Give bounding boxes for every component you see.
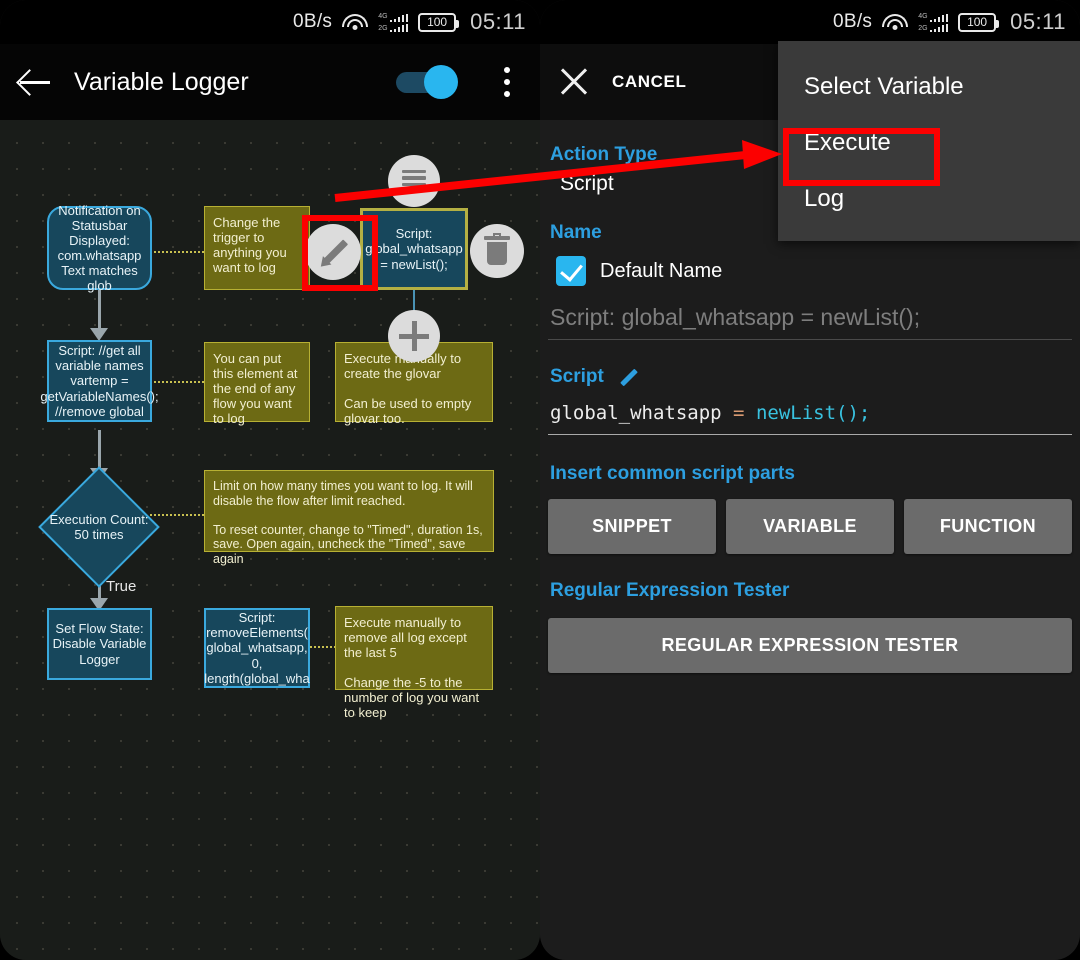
close-x-icon[interactable] — [558, 66, 590, 98]
network-speed: 0B/s — [833, 11, 873, 32]
edge-label-true: True — [106, 578, 137, 595]
signal-label-bottom: 2G — [918, 25, 928, 32]
back-arrow-icon[interactable] — [18, 65, 52, 99]
action-editor-body: Action Type Script Name Default Name Scr… — [540, 120, 1080, 960]
wifi-icon — [882, 12, 909, 32]
flow-node-text: Notification on Statusbar Displayed: com… — [57, 202, 142, 294]
snippet-button[interactable]: SNIPPET — [548, 499, 716, 554]
flow-node-text: Execution Count: 50 times — [49, 511, 149, 542]
variable-button[interactable]: VARIABLE — [726, 499, 894, 554]
flow-note[interactable]: Limit on how many times you want to log.… — [204, 470, 494, 566]
flow-node-script-1[interactable]: Script: //get all variable names vartemp… — [40, 340, 159, 422]
wifi-icon — [342, 12, 369, 32]
script-section-header: Script — [550, 366, 1072, 388]
kebab-menu-icon[interactable] — [492, 67, 522, 97]
flow-canvas[interactable]: True Notification on Statusbar Displayed… — [0, 120, 540, 960]
function-button[interactable]: FUNCTION — [904, 499, 1072, 554]
trash-icon[interactable] — [470, 224, 524, 278]
name-input-placeholder: Script: global_whatsapp = newList(); — [550, 304, 921, 330]
flow-note-text: Limit on how many times you want to log.… — [213, 479, 483, 566]
app-bar: Variable Logger — [0, 44, 540, 120]
execute-menu-item-highlight — [783, 128, 940, 186]
note-link — [310, 646, 336, 648]
flow-node-trigger[interactable]: Notification on Statusbar Displayed: com… — [47, 202, 152, 294]
default-name-checkbox[interactable] — [556, 256, 586, 286]
flow-note[interactable]: You can put this element at the end of a… — [204, 342, 310, 426]
status-bar-left: 0B/s 4G 2G 100 05:11 — [0, 0, 540, 44]
script-code-var: global_whatsapp — [550, 402, 722, 424]
battery-icon: 100 — [418, 12, 460, 32]
note-link — [150, 251, 208, 253]
clock: 05:11 — [470, 9, 526, 34]
clock: 05:11 — [1010, 9, 1066, 34]
script-code-input[interactable]: global_whatsapp = newList(); — [548, 402, 1072, 435]
signal-icon: 4G 2G — [378, 12, 409, 32]
signal-label-top: 4G — [378, 13, 388, 20]
status-bar-right: 0B/s 4G 2G 100 05:11 — [540, 0, 1080, 44]
flow-node-set-flow-state[interactable]: Set Flow State: Disable Variable Logger — [47, 608, 152, 680]
plus-glyph — [399, 321, 429, 351]
flow-node-text: Script: global_whatsapp = newList(); — [365, 226, 463, 272]
flow-node-condition-label: Execution Count: 50 times — [44, 505, 154, 549]
battery-level: 100 — [967, 15, 988, 29]
pencil-fab-highlight — [302, 215, 378, 291]
note-link — [150, 381, 208, 383]
red-arrow-pointing-to-execute — [334, 140, 782, 202]
network-speed: 0B/s — [293, 11, 333, 32]
insert-parts-label: Insert common script parts — [550, 463, 795, 484]
battery-level: 100 — [427, 15, 448, 29]
cancel-button[interactable]: CANCEL — [612, 72, 686, 92]
flow-note[interactable]: Execute manually to remove all log excep… — [335, 606, 493, 720]
name-input-field[interactable]: Script: global_whatsapp = newList(); — [548, 298, 1072, 340]
toggle-knob — [424, 65, 458, 99]
flow-enable-toggle[interactable] — [396, 65, 470, 99]
script-code-operator: = — [733, 402, 745, 424]
flow-note[interactable]: Change the trigger to anything you want … — [204, 206, 310, 290]
pencil-icon[interactable] — [616, 366, 638, 388]
signal-label-bottom: 2G — [378, 25, 388, 32]
trash-glyph — [484, 233, 510, 266]
flow-node-text: Set Flow State: Disable Variable Logger — [52, 621, 147, 667]
signal-icon: 4G 2G — [918, 12, 949, 32]
default-name-label: Default Name — [600, 259, 723, 282]
script-code-function: newList(); — [755, 402, 871, 424]
flow-note-text: Execute manually to create the glovar Ca… — [344, 351, 472, 427]
menu-item-select-variable[interactable]: Select Variable — [778, 59, 1080, 115]
note-link — [150, 514, 208, 516]
battery-icon: 100 — [958, 12, 1000, 32]
signal-label-top: 4G — [918, 13, 928, 20]
screenshot-root: 0B/s 4G 2G 100 05:11 Variable Logger Tru… — [0, 0, 1080, 960]
flow-note-text: Change the trigger to anything you want … — [213, 215, 287, 276]
page-title: Variable Logger — [74, 67, 249, 96]
flow-note-text: Execute manually to remove all log excep… — [344, 615, 480, 721]
script-label: Script — [550, 366, 604, 387]
insert-parts-button-row: SNIPPET VARIABLE FUNCTION — [548, 499, 1072, 554]
regular-expression-tester-button[interactable]: REGULAR EXPRESSION TESTER — [548, 618, 1072, 673]
default-name-row[interactable]: Default Name — [556, 256, 1072, 286]
plus-icon[interactable] — [388, 310, 440, 362]
flow-node-text: Script: //get all variable names vartemp… — [40, 343, 159, 419]
flow-node-text: Script: removeElements( global_whatsapp,… — [204, 610, 310, 686]
flow-note-text: You can put this element at the end of a… — [213, 351, 298, 427]
flow-node-script-2[interactable]: Script: removeElements( global_whatsapp,… — [204, 608, 310, 688]
regex-tester-label: Regular Expression Tester — [550, 580, 790, 601]
